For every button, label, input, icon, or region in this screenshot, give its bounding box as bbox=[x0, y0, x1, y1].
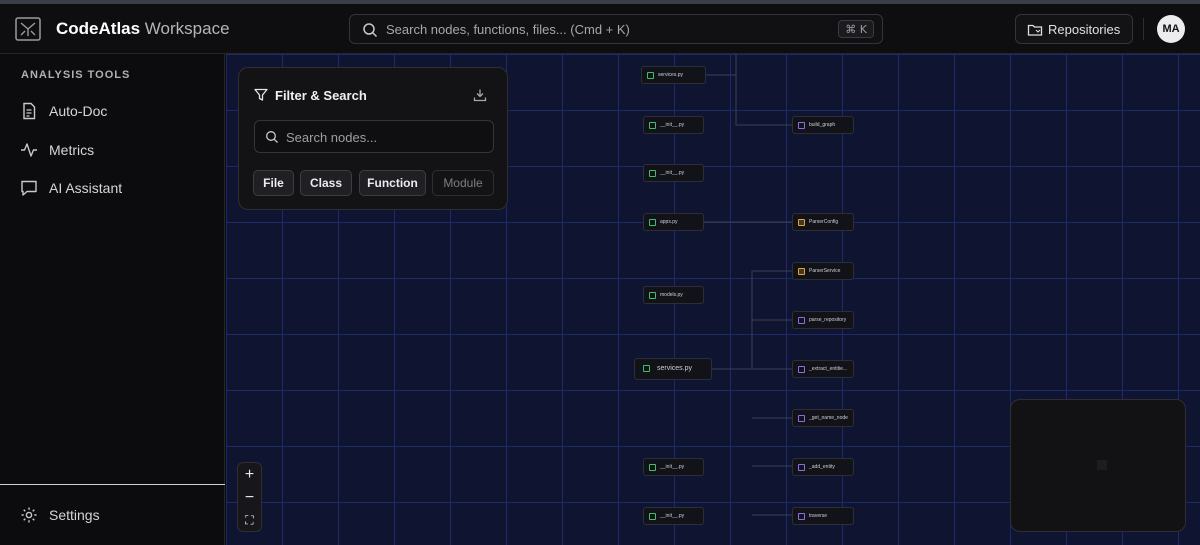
function-icon bbox=[798, 464, 805, 471]
graph-node[interactable]: apps.py bbox=[643, 213, 704, 231]
file-icon bbox=[643, 365, 650, 372]
file-icon bbox=[649, 292, 656, 299]
gear-icon bbox=[21, 507, 37, 523]
chat-icon bbox=[21, 180, 37, 196]
node-search-input[interactable]: Search nodes... bbox=[254, 120, 494, 153]
filter-chip-function[interactable]: Function bbox=[359, 170, 426, 196]
graph-node[interactable]: parse_repository bbox=[792, 311, 854, 329]
file-icon bbox=[649, 464, 656, 471]
graph-node[interactable]: _add_entity bbox=[792, 458, 854, 476]
node-search-placeholder: Search nodes... bbox=[286, 130, 378, 145]
file-icon bbox=[649, 122, 656, 129]
function-icon bbox=[798, 122, 805, 129]
function-icon bbox=[798, 415, 805, 422]
top-bar: CodeAtlas Workspace Search nodes, functi… bbox=[0, 4, 1200, 54]
sidebar-item-metrics[interactable]: Metrics bbox=[10, 134, 215, 166]
filter-search-panel: Filter & Search Search nodes... File Cla… bbox=[238, 67, 508, 210]
search-placeholder: Search nodes, functions, files... (Cmd +… bbox=[386, 22, 630, 37]
minimap[interactable] bbox=[1010, 399, 1186, 532]
shortcut-hint: ⌘ K bbox=[838, 20, 874, 38]
zoom-controls: + − ⛶ bbox=[237, 462, 262, 532]
zoom-in-button[interactable]: + bbox=[238, 464, 261, 486]
graph-node-selected[interactable]: services.py bbox=[634, 358, 712, 380]
folder-icon bbox=[1027, 24, 1043, 36]
graph-node[interactable]: __init__.py bbox=[643, 116, 704, 134]
class-icon bbox=[798, 268, 805, 275]
document-icon bbox=[23, 102, 36, 120]
file-icon bbox=[649, 219, 656, 226]
graph-node[interactable]: build_graph bbox=[792, 116, 854, 134]
graph-node[interactable]: models.py bbox=[643, 286, 704, 304]
file-icon bbox=[649, 170, 656, 177]
function-icon bbox=[798, 366, 805, 373]
file-icon bbox=[649, 513, 656, 520]
graph-node[interactable]: __init__.py bbox=[643, 164, 704, 182]
filter-chip-file[interactable]: File bbox=[253, 170, 294, 196]
filter-chip-module[interactable]: Module bbox=[432, 170, 494, 196]
repositories-button[interactable]: Repositories bbox=[1015, 14, 1133, 44]
function-icon bbox=[798, 513, 805, 520]
sidebar-item-label: Auto-Doc bbox=[49, 103, 108, 119]
sidebar-item-ai-assistant[interactable]: AI Assistant bbox=[10, 172, 215, 204]
graph-node[interactable]: __init__.py bbox=[643, 458, 704, 476]
class-icon bbox=[798, 219, 805, 226]
header-divider bbox=[1143, 18, 1144, 40]
settings-label: Settings bbox=[49, 507, 100, 523]
graph-node[interactable]: ParserService bbox=[792, 262, 854, 280]
filter-icon bbox=[254, 88, 268, 101]
graph-node[interactable]: services.py bbox=[641, 66, 706, 84]
panel-title: Filter & Search bbox=[275, 88, 367, 103]
activity-icon bbox=[21, 143, 37, 157]
repositories-label: Repositories bbox=[1048, 22, 1121, 37]
graph-node[interactable]: __init__.py bbox=[643, 507, 704, 525]
graph-node[interactable]: ParserConfig bbox=[792, 213, 854, 231]
download-icon[interactable] bbox=[473, 88, 487, 102]
zoom-out-button[interactable]: − bbox=[238, 487, 261, 509]
search-icon bbox=[266, 131, 278, 143]
graph-node[interactable]: _get_name_node bbox=[792, 409, 854, 427]
sidebar-item-auto-doc[interactable]: Auto-Doc bbox=[10, 95, 215, 127]
sidebar-section-title: ANALYSIS TOOLS bbox=[21, 69, 131, 81]
sidebar-divider bbox=[0, 484, 225, 485]
search-icon bbox=[363, 23, 378, 38]
app-title: CodeAtlas Workspace bbox=[56, 19, 230, 38]
sidebar: ANALYSIS TOOLS Auto-Doc Metrics AI Assis… bbox=[0, 54, 225, 545]
sidebar-item-label: AI Assistant bbox=[49, 180, 123, 196]
sidebar-item-label: Metrics bbox=[49, 142, 95, 158]
logo-icon bbox=[15, 17, 41, 41]
graph-node[interactable]: traverse bbox=[792, 507, 854, 525]
function-icon bbox=[798, 317, 805, 324]
global-search-input[interactable]: Search nodes, functions, files... (Cmd +… bbox=[349, 14, 883, 44]
avatar[interactable]: MA bbox=[1157, 15, 1185, 43]
file-icon bbox=[647, 72, 654, 79]
sidebar-item-settings[interactable]: Settings bbox=[10, 499, 215, 531]
filter-chip-class[interactable]: Class bbox=[300, 170, 352, 196]
minimap-viewport bbox=[1097, 460, 1107, 470]
fit-view-button[interactable]: ⛶ bbox=[238, 509, 261, 531]
graph-node[interactable]: _extract_entitie... bbox=[792, 360, 854, 378]
